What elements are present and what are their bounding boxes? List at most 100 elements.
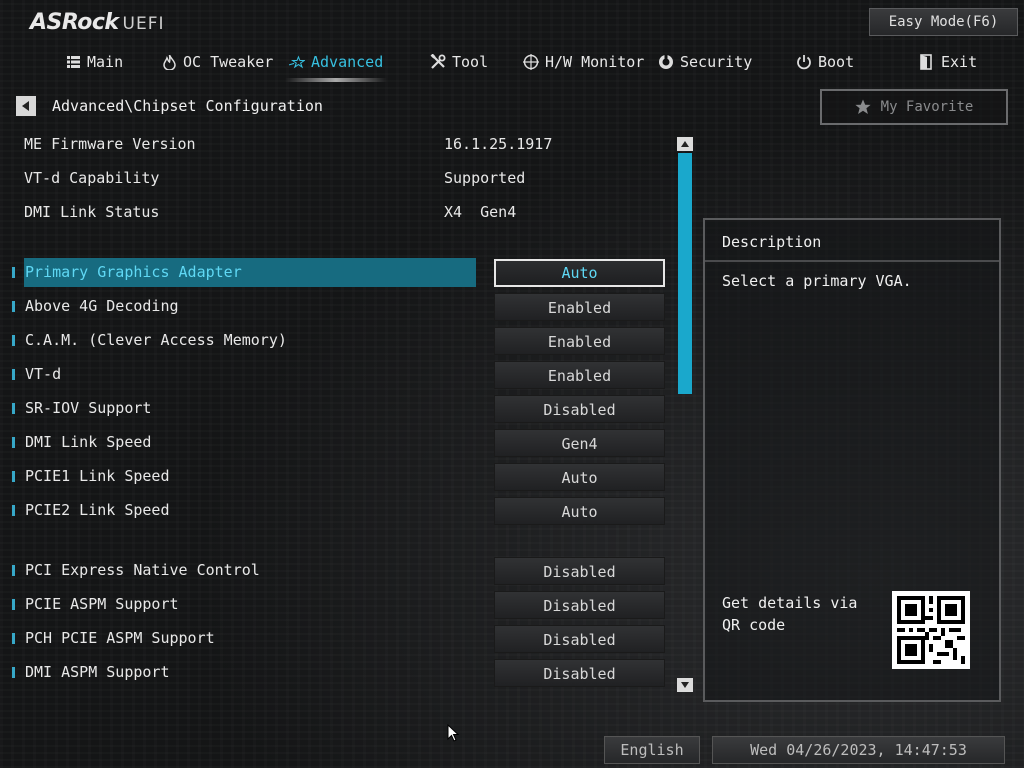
monitor-icon — [523, 54, 539, 70]
tab-boot[interactable]: Boot — [796, 48, 854, 76]
tab-hw-monitor[interactable]: H/W Monitor — [523, 48, 644, 76]
option-vt-d[interactable]: VT-d Enabled — [10, 360, 670, 390]
scrollbar[interactable] — [677, 137, 693, 693]
back-button[interactable] — [16, 96, 36, 116]
shield-icon — [658, 54, 674, 70]
option-value-dropdown[interactable]: Enabled — [494, 327, 665, 355]
option-sr-iov-support[interactable]: SR-IOV Support Disabled — [10, 394, 670, 424]
option-value-dropdown[interactable]: Gen4 — [494, 429, 665, 457]
star-icon — [855, 99, 871, 114]
asrock-logo: ASRock UEFI — [30, 10, 165, 35]
tab-label: Boot — [818, 53, 855, 71]
option-value-dropdown[interactable]: Auto — [494, 259, 665, 287]
exit-door-icon — [919, 54, 935, 70]
option-pcie1-link-speed[interactable]: PCIE1 Link Speed Auto — [10, 462, 670, 492]
option-above-4g-decoding[interactable]: Above 4G Decoding Enabled — [10, 292, 670, 322]
tab-label: H/W Monitor — [545, 53, 645, 71]
option-pcie-aspm-support[interactable]: PCIE ASPM Support Disabled — [10, 590, 670, 620]
info-row-me-firmware: ME Firmware Version 16.1.25.1917 — [24, 135, 624, 155]
description-panel: Description Select a primary VGA. Get de… — [703, 218, 1001, 702]
qr-caption: Get details via QR code — [722, 594, 858, 634]
option-label: PCIE ASPM Support — [25, 595, 179, 613]
option-label: PCI Express Native Control — [25, 561, 260, 579]
my-favorite-label: My Favorite — [880, 99, 974, 115]
tab-tool[interactable]: Tool — [430, 48, 488, 76]
option-pci-express-native-control[interactable]: PCI Express Native Control Disabled — [10, 556, 670, 586]
option-bullet — [12, 565, 15, 576]
option-value-dropdown[interactable]: Disabled — [494, 625, 665, 653]
option-bullet — [12, 301, 15, 312]
main-nav: Main OC Tweaker Advanced Tool H/W Monito… — [0, 48, 1024, 82]
back-arrow-icon — [22, 101, 29, 111]
info-row-vtd-capability: VT-d Capability Supported — [24, 169, 624, 189]
power-icon — [796, 54, 812, 70]
my-favorite-button[interactable]: My Favorite — [820, 89, 1008, 125]
tab-advanced[interactable]: Advanced — [284, 48, 388, 82]
info-value: X4 Gen4 — [444, 203, 517, 221]
option-value-dropdown[interactable]: Disabled — [494, 659, 665, 687]
option-pcie2-link-speed[interactable]: PCIE2 Link Speed Auto — [10, 496, 670, 526]
option-dmi-link-speed[interactable]: DMI Link Speed Gen4 — [10, 428, 670, 458]
qr-code — [892, 591, 970, 669]
tab-label: Tool — [452, 53, 489, 71]
option-dmi-aspm-support[interactable]: DMI ASPM Support Disabled — [10, 658, 670, 688]
tools-icon — [430, 54, 446, 70]
option-label: VT-d — [25, 365, 62, 383]
option-value-dropdown[interactable]: Auto — [494, 463, 665, 491]
flame-icon — [161, 54, 177, 70]
info-row-dmi-link-status: DMI Link Status X4 Gen4 — [24, 203, 624, 223]
option-label: PCH PCIE ASPM Support — [25, 629, 215, 647]
option-bullet — [12, 471, 15, 482]
breadcrumb: Advanced\Chipset Configuration — [52, 97, 323, 115]
option-bullet — [12, 505, 15, 516]
option-bullet — [12, 633, 15, 644]
option-value-dropdown[interactable]: Enabled — [494, 293, 665, 321]
option-label: DMI ASPM Support — [25, 663, 170, 681]
tab-label: Main — [87, 53, 124, 71]
option-bullet — [12, 335, 15, 346]
language-button[interactable]: English — [604, 736, 700, 764]
option-label: PCIE2 Link Speed — [25, 501, 170, 519]
tab-exit[interactable]: Exit — [919, 48, 977, 76]
list-icon — [65, 54, 81, 70]
mouse-cursor-icon — [447, 723, 460, 746]
scroll-thumb[interactable] — [678, 153, 692, 394]
scroll-up-button[interactable] — [677, 137, 693, 151]
star-icon — [289, 54, 305, 70]
option-label: Above 4G Decoding — [25, 297, 179, 315]
easy-mode-button[interactable]: Easy Mode(F6) — [869, 8, 1018, 36]
chevron-down-icon — [681, 682, 689, 688]
info-value: Supported — [444, 169, 526, 187]
option-pch-pcie-aspm-support[interactable]: PCH PCIE ASPM Support Disabled — [10, 624, 670, 654]
info-label: ME Firmware Version — [24, 135, 196, 153]
option-bullet — [12, 599, 15, 610]
info-label: DMI Link Status — [24, 203, 160, 221]
option-label: PCIE1 Link Speed — [25, 467, 170, 485]
info-label: VT-d Capability — [24, 169, 160, 187]
tab-oc-tweaker[interactable]: OC Tweaker — [161, 48, 273, 76]
option-bullet — [12, 437, 15, 448]
tab-label: OC Tweaker — [183, 53, 274, 71]
option-label: DMI Link Speed — [25, 433, 152, 451]
option-value-dropdown[interactable]: Enabled — [494, 361, 665, 389]
tab-main[interactable]: Main — [65, 48, 123, 76]
option-value-dropdown[interactable]: Disabled — [494, 557, 665, 585]
option-value-dropdown[interactable]: Disabled — [494, 395, 665, 423]
tab-label: Advanced — [311, 53, 384, 71]
tab-security[interactable]: Security — [658, 48, 752, 76]
info-value: 16.1.25.1917 — [444, 135, 553, 153]
option-bullet — [12, 667, 15, 678]
option-primary-graphics-adapter[interactable]: Primary Graphics Adapter Auto — [10, 258, 670, 288]
option-clever-access-memory[interactable]: C.A.M. (Clever Access Memory) Enabled — [10, 326, 670, 356]
description-text: Select a primary VGA. — [722, 272, 912, 290]
tab-label: Security — [680, 53, 753, 71]
breadcrumb-bar: Advanced\Chipset Configuration — [16, 95, 323, 117]
scroll-down-button[interactable] — [677, 678, 693, 692]
option-value-dropdown[interactable]: Auto — [494, 497, 665, 525]
description-title: Description — [705, 220, 999, 262]
option-bullet — [12, 267, 15, 278]
datetime-display: Wed 04/26/2023, 14:47:53 — [712, 736, 1005, 764]
tab-label: Exit — [941, 53, 978, 71]
option-value-dropdown[interactable]: Disabled — [494, 591, 665, 619]
option-label: C.A.M. (Clever Access Memory) — [25, 331, 287, 349]
